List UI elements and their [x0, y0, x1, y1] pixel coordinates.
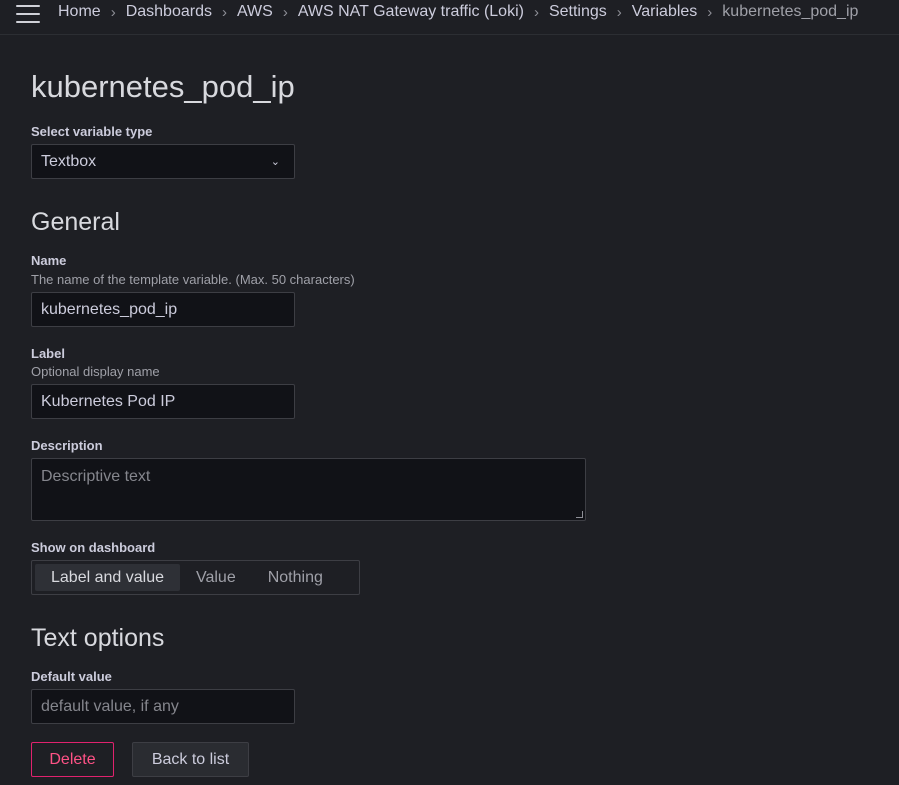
- option-nothing[interactable]: Nothing: [252, 564, 339, 591]
- breadcrumb: Home › Dashboards › AWS › AWS NAT Gatewa…: [58, 3, 858, 21]
- chevron-down-icon: ⌄: [270, 156, 280, 168]
- text-options-heading: Text options: [31, 624, 165, 652]
- chevron-right-icon: ›: [282, 3, 288, 21]
- breadcrumb-aws[interactable]: AWS: [237, 3, 273, 21]
- breadcrumb-dashboards[interactable]: Dashboards: [126, 3, 212, 21]
- resize-handle-icon[interactable]: [576, 511, 583, 518]
- default-value-label: Default value: [31, 669, 112, 684]
- general-heading: General: [31, 208, 120, 236]
- breadcrumb-dashboard[interactable]: AWS NAT Gateway traffic (Loki): [298, 3, 524, 21]
- name-input[interactable]: kubernetes_pod_ip: [31, 292, 295, 327]
- variable-type-label: Select variable type: [31, 124, 153, 139]
- description-label: Description: [31, 438, 103, 453]
- chevron-right-icon: ›: [533, 3, 539, 21]
- breadcrumb-variables[interactable]: Variables: [632, 3, 698, 21]
- show-on-dashboard-radio-group: Label and value Value Nothing: [31, 560, 360, 595]
- top-navbar: Home › Dashboards › AWS › AWS NAT Gatewa…: [0, 0, 899, 35]
- description-placeholder: Descriptive text: [41, 468, 151, 485]
- menu-icon[interactable]: [16, 5, 40, 23]
- delete-button[interactable]: Delete: [31, 742, 114, 777]
- label-input[interactable]: Kubernetes Pod IP: [31, 384, 295, 419]
- breadcrumb-home[interactable]: Home: [58, 3, 101, 21]
- label-description: Optional display name: [31, 364, 160, 379]
- variable-type-value: Textbox: [41, 152, 97, 170]
- option-label-and-value[interactable]: Label and value: [35, 564, 180, 591]
- chevron-right-icon: ›: [616, 3, 622, 21]
- description-textarea[interactable]: Descriptive text: [31, 458, 586, 521]
- name-input-value: kubernetes_pod_ip: [41, 300, 178, 318]
- label-input-value: Kubernetes Pod IP: [41, 392, 176, 410]
- page-title: kubernetes_pod_ip: [31, 69, 295, 104]
- show-on-dashboard-label: Show on dashboard: [31, 540, 156, 555]
- variable-type-select[interactable]: Textbox ⌄: [31, 144, 295, 179]
- breadcrumb-settings[interactable]: Settings: [549, 3, 607, 21]
- chevron-right-icon: ›: [110, 3, 116, 21]
- breadcrumb-current: kubernetes_pod_ip: [722, 3, 859, 20]
- option-value[interactable]: Value: [180, 564, 252, 591]
- default-value-placeholder: default value, if any: [41, 697, 179, 715]
- label-label: Label: [31, 346, 65, 361]
- chevron-right-icon: ›: [221, 3, 227, 21]
- name-description: The name of the template variable. (Max.…: [31, 272, 355, 287]
- back-to-list-button[interactable]: Back to list: [132, 742, 249, 777]
- default-value-input[interactable]: default value, if any: [31, 689, 295, 724]
- name-label: Name: [31, 253, 67, 268]
- chevron-right-icon: ›: [707, 3, 713, 21]
